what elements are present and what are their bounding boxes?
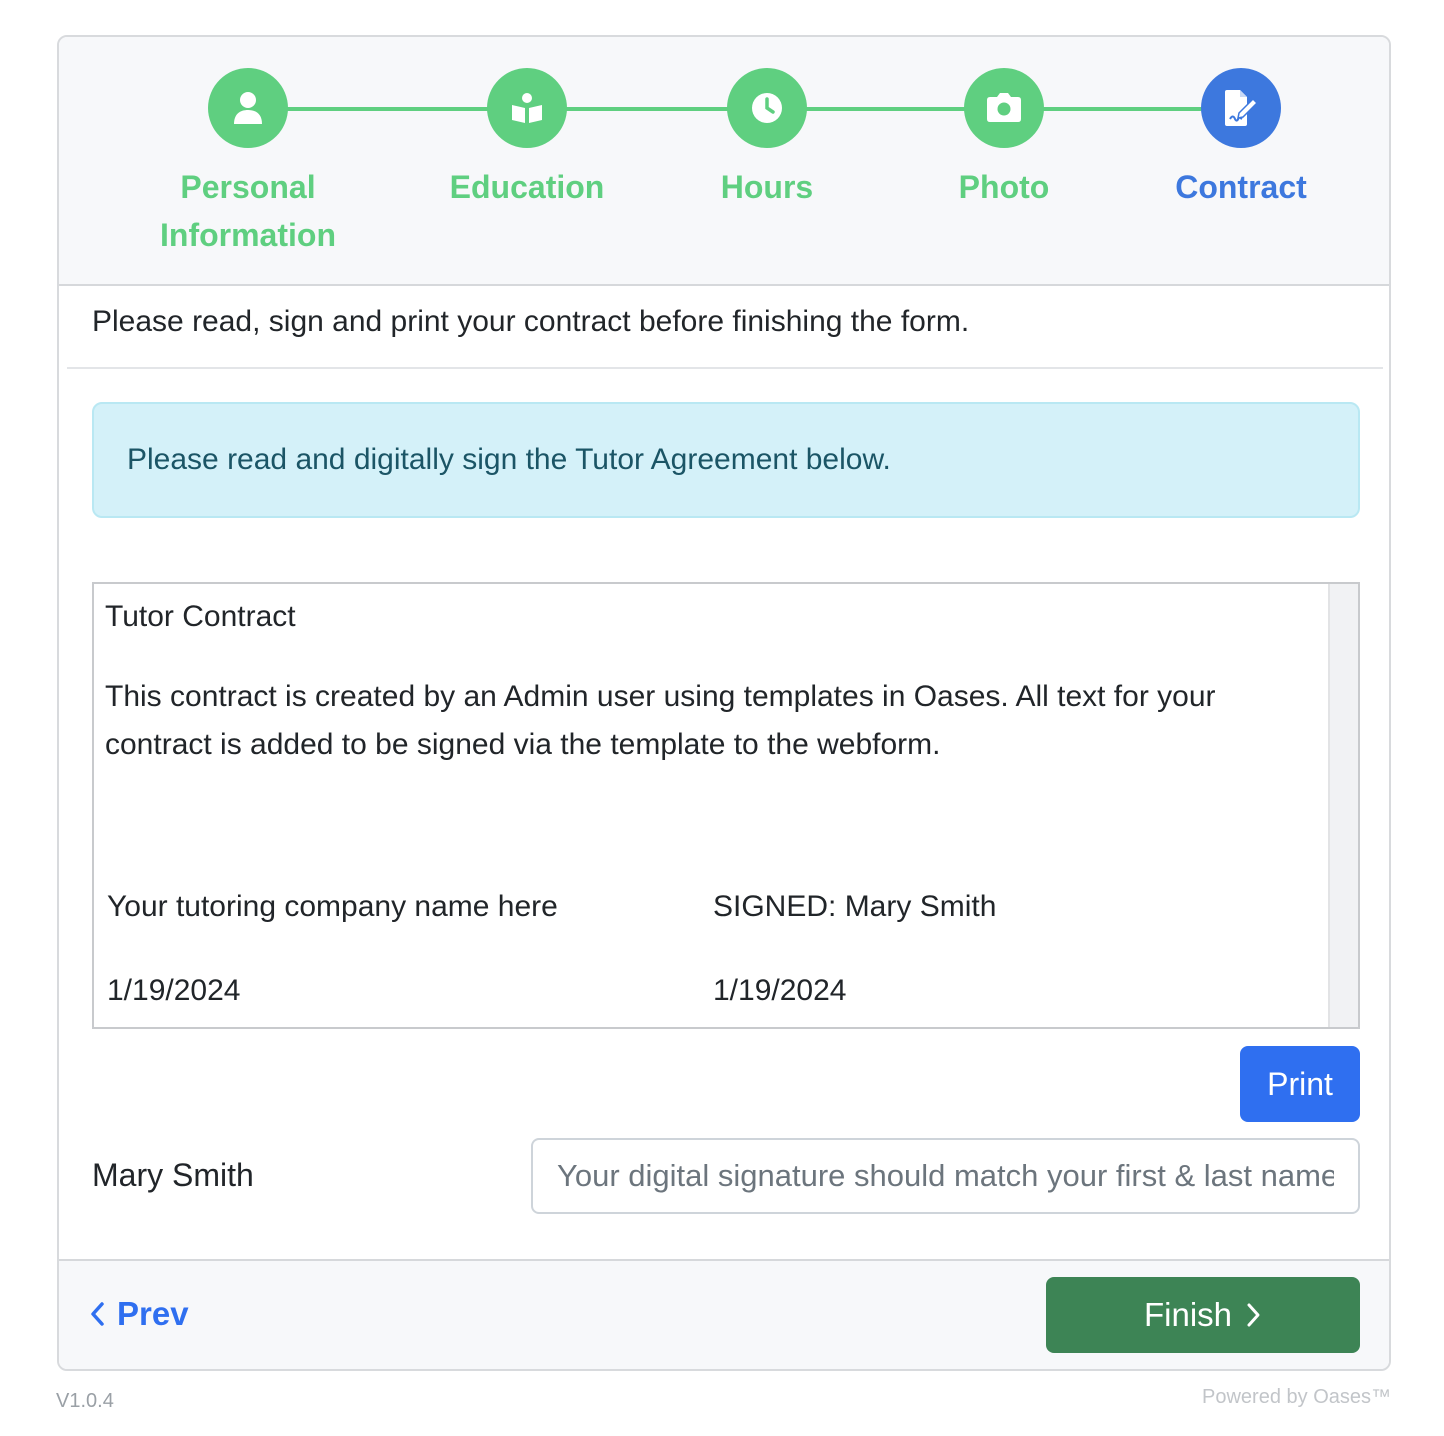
step-connector (539, 107, 749, 111)
prev-button-label: Prev (117, 1295, 189, 1332)
step-circle (208, 68, 288, 148)
step-circle (1201, 68, 1281, 148)
step-label: Contract (1111, 163, 1371, 211)
file-signature-icon (1225, 90, 1259, 126)
step-connector (259, 107, 509, 111)
step-label: Personal Information (118, 163, 378, 259)
signed-text: SIGNED: Mary Smith (713, 890, 997, 923)
chevron-right-icon (1247, 1303, 1260, 1327)
step-connector (779, 107, 989, 111)
step-label-line: Education (449, 169, 605, 205)
contract-viewer[interactable]: Tutor Contract This contract is created … (92, 582, 1360, 1029)
contract-body-line: contract is added to be signed via the t… (105, 728, 941, 761)
wizard-card: Personal Information Education Hours Pho… (57, 35, 1391, 1371)
print-button[interactable]: Print (1240, 1046, 1360, 1122)
wizard-footer: Prev Finish (59, 1259, 1389, 1369)
step-label: Photo (874, 163, 1134, 211)
step-circle (487, 68, 567, 148)
step-label-line: Contract (1175, 169, 1307, 205)
powered-by-label: Powered by Oases™ (1202, 1386, 1391, 1408)
user-icon (234, 92, 262, 124)
step-label: Education (397, 163, 657, 211)
step-circle (964, 68, 1044, 148)
book-reader-icon (512, 93, 542, 123)
signature-name-label: Mary Smith (92, 1157, 254, 1193)
step-progress-header: Personal Information Education Hours Pho… (59, 37, 1389, 286)
step-connector (1017, 107, 1227, 111)
step-label-line: Personal (180, 169, 316, 205)
signed-date: 1/19/2024 (713, 974, 847, 1007)
digital-signature-input[interactable] (531, 1138, 1360, 1214)
info-alert: Please read and digitally sign the Tutor… (92, 402, 1360, 518)
contract-body-line: This contract is created by an Admin use… (105, 680, 1216, 713)
step-label-line: Photo (958, 169, 1050, 205)
step-label-line: Hours (720, 169, 814, 205)
contract-scrollbar[interactable] (1328, 584, 1358, 1027)
clock-icon (752, 93, 782, 123)
finish-button-label: Finish (1143, 1296, 1233, 1333)
company-name: Your tutoring company name here (107, 890, 558, 923)
finish-button[interactable]: Finish (1046, 1277, 1360, 1353)
step-circle (727, 68, 807, 148)
step-label: Hours (637, 163, 897, 211)
prev-button[interactable]: Prev (89, 1295, 189, 1333)
version-label: V1.0.4 (56, 1390, 114, 1412)
intro-text: Please read, sign and print your contrac… (92, 305, 970, 338)
chevron-left-icon (91, 1302, 104, 1326)
camera-icon (987, 93, 1021, 122)
company-date: 1/19/2024 (107, 974, 241, 1007)
contract-title: Tutor Contract (105, 600, 296, 633)
step-label-line: Information (160, 217, 336, 253)
divider (67, 367, 1383, 369)
